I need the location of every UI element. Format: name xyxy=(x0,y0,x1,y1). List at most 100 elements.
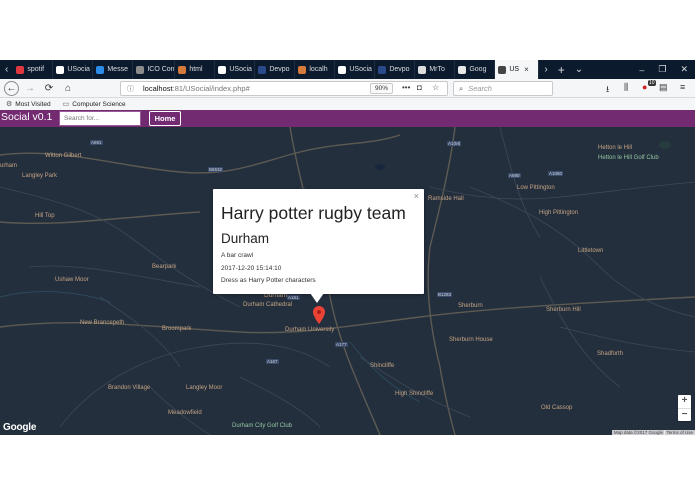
tab-label: USocia xyxy=(229,66,252,73)
minimize-button[interactable]: – xyxy=(632,65,651,75)
extension-badge-icon[interactable]: ● xyxy=(642,82,647,92)
browser-tab[interactable]: Devpo xyxy=(375,60,416,79)
download-icon[interactable]: ⭳ xyxy=(606,82,609,98)
zoom-indicator[interactable]: 90% xyxy=(370,83,394,94)
place-label: Bearpark xyxy=(152,264,177,270)
tab-scroll-right-icon[interactable]: › xyxy=(539,64,552,75)
road-number-label: A177 xyxy=(335,342,348,347)
tab-favicon-icon xyxy=(458,65,467,74)
browser-tab[interactable]: localh xyxy=(295,60,336,79)
bookmark-most-visited[interactable]: ⚙ Most Visited xyxy=(6,100,51,109)
bookmark-star-icon[interactable]: ☆ xyxy=(432,83,439,92)
tab-scroll-left-icon[interactable]: ‹ xyxy=(0,64,13,75)
place-label: High Shincliffe xyxy=(395,391,434,397)
browser-navbar: ← → ⟳ ⌂ ⓘ localhost :81/USocial/index.ph… xyxy=(0,79,695,98)
reload-button[interactable]: ⟳ xyxy=(41,80,57,96)
place-label: Shincliffe xyxy=(370,363,395,369)
road-number-label: B1283 xyxy=(437,292,453,297)
home-button[interactable]: Home xyxy=(149,111,181,126)
browser-search-box[interactable]: ⌕ Search xyxy=(453,81,553,96)
place-label: Brandon Village xyxy=(108,385,151,391)
browser-tab[interactable]: Goog xyxy=(455,60,496,79)
zoom-out-button[interactable]: − xyxy=(678,409,691,422)
tab-favicon-icon xyxy=(298,65,307,74)
place-label: urham xyxy=(0,163,18,169)
browser-tab[interactable]: USocia xyxy=(53,60,94,79)
back-button[interactable]: ← xyxy=(4,80,19,96)
pocket-icon[interactable]: ◘ xyxy=(417,83,422,92)
browser-tab[interactable]: html xyxy=(175,60,216,79)
road-number-label: A690 xyxy=(508,173,521,178)
place-label: Littletown xyxy=(578,248,604,254)
forward-button[interactable]: → xyxy=(22,80,38,96)
road-number-label: A691 xyxy=(90,140,103,145)
bookmark-computer-science[interactable]: ▭ Computer Science xyxy=(63,100,126,109)
place-label: Hetton le Hill xyxy=(598,145,633,151)
tab-favicon-icon xyxy=(378,65,387,74)
library-badge: 10 xyxy=(648,80,656,86)
map-info-window: × Harry potter rugby team Durham A bar c… xyxy=(213,189,424,294)
browser-tab[interactable]: Messe xyxy=(93,60,134,79)
top-margin xyxy=(0,0,695,60)
tab-label: spotif xyxy=(27,66,45,73)
map-marker-icon[interactable] xyxy=(313,306,325,324)
url-bar[interactable]: ⓘ localhost :81/USocial/index.php# 90% •… xyxy=(120,81,448,96)
site-info-icon[interactable]: ⓘ xyxy=(127,84,137,94)
site-search-input[interactable] xyxy=(59,111,141,126)
tab-label: US xyxy=(509,66,520,73)
tab-favicon-icon xyxy=(136,65,145,74)
tab-label: USocia xyxy=(67,66,90,73)
tab-list-chevron-icon[interactable]: ⌄ xyxy=(570,64,588,75)
home-icon-button[interactable]: ⌂ xyxy=(60,80,76,96)
browser-tab[interactable]: ICO Conv xyxy=(133,60,176,79)
place-label: Langley Park xyxy=(22,173,58,179)
tab-favicon-icon xyxy=(218,65,227,74)
tabs: spotif USocia Messe ICO Conv html USocia Devpo… xyxy=(13,60,540,79)
place-label: Ushaw Moor xyxy=(55,277,89,283)
browser-search-placeholder: Search xyxy=(468,84,492,93)
url-path: :81/USocial/index.php# xyxy=(172,84,250,93)
event-title: Harry potter rugby team xyxy=(221,203,406,223)
place-label: Sherburn Hill xyxy=(546,307,581,313)
library-icon[interactable]: ⫼ xyxy=(624,82,628,93)
bottom-margin xyxy=(0,435,695,494)
tab-label: USocia xyxy=(349,66,372,73)
search-icon: ⌕ xyxy=(459,83,464,93)
tab-favicon-icon xyxy=(338,65,347,74)
place-label: Shadforth xyxy=(597,351,624,357)
road-number-label: A167 xyxy=(266,359,279,364)
close-window-button[interactable]: ✕ xyxy=(673,64,695,75)
sidebar-icon[interactable]: ▤ xyxy=(659,82,668,93)
event-datetime: 2017-12-20 15:14:10 xyxy=(221,264,282,272)
tab-label: Messe xyxy=(107,66,128,73)
tab-close-icon[interactable]: × xyxy=(524,65,529,74)
tab-label: Devpo xyxy=(269,66,290,73)
tab-favicon-icon xyxy=(16,65,25,74)
bookmark-label: Computer Science xyxy=(72,100,126,108)
site-header: Social v0.1 Home xyxy=(0,110,695,127)
browser-tab[interactable]: USocia xyxy=(335,60,376,79)
google-logo: Google xyxy=(3,422,37,433)
tab-favicon-icon xyxy=(96,65,105,74)
browser-tab[interactable]: Devpo xyxy=(255,60,296,79)
place-label: Langley Moor xyxy=(186,385,223,391)
bookmark-label: Most Visited xyxy=(15,100,51,108)
road-number-label: A1(M) xyxy=(447,141,462,146)
place-label: New Brancepeth xyxy=(80,320,125,326)
browser-tab[interactable]: US × xyxy=(495,60,540,79)
browser-tab[interactable]: spotif xyxy=(13,60,54,79)
menu-icon[interactable]: ≡ xyxy=(680,82,685,92)
zoom-in-button[interactable]: + xyxy=(678,395,691,408)
place-label: Durham City Golf Club xyxy=(232,423,293,429)
site-brand[interactable]: Social v0.1 xyxy=(1,111,52,123)
place-label: Hill Top xyxy=(35,213,55,219)
place-label: Meadowfield xyxy=(168,410,202,416)
browser-tab[interactable]: USocia xyxy=(215,60,256,79)
restore-button[interactable]: ❐ xyxy=(651,64,673,75)
page-actions-icon[interactable]: ••• xyxy=(402,83,410,92)
new-tab-button[interactable]: + xyxy=(553,63,570,77)
place-label: Witton Gilbert xyxy=(45,153,82,159)
event-note: Dress as Harry Potter characters xyxy=(221,277,316,284)
browser-tab[interactable]: MrTo xyxy=(415,60,456,79)
info-window-close-button[interactable]: × xyxy=(414,191,419,201)
